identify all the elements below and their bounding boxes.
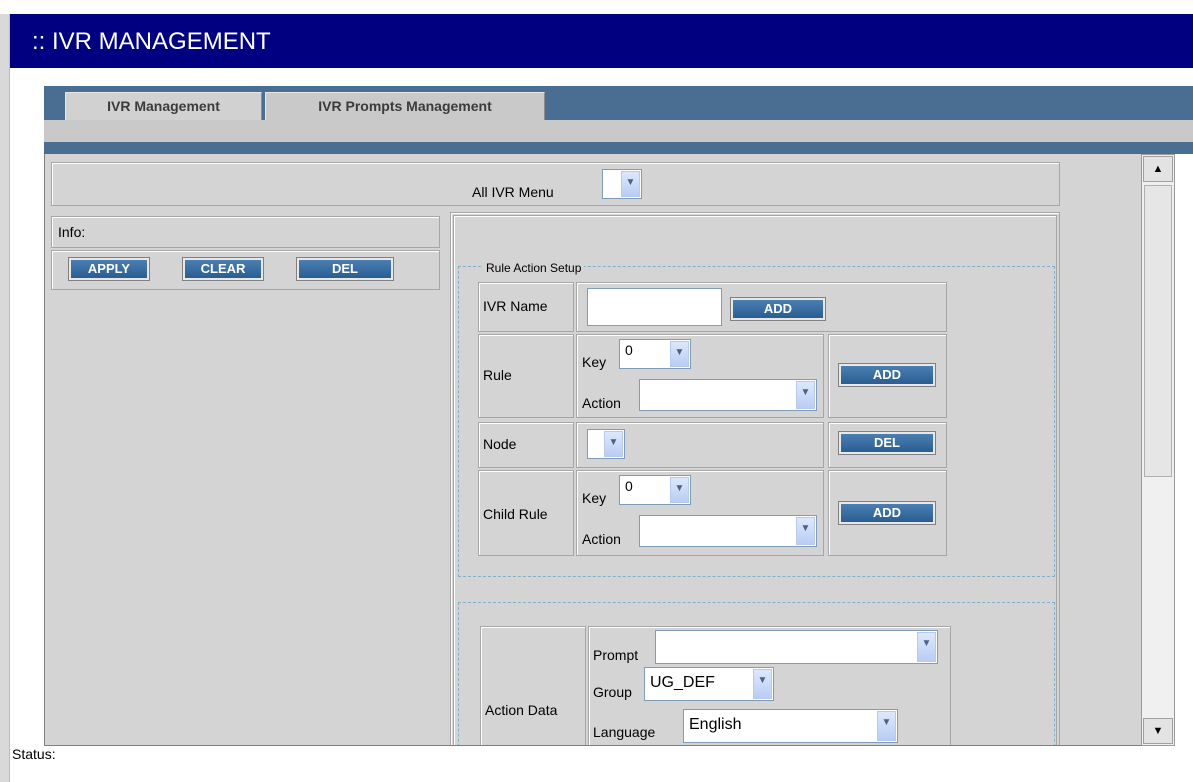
node-del-button[interactable]: DEL	[838, 431, 936, 455]
rule-add-button[interactable]: ADD	[838, 363, 936, 387]
chevron-down-icon: ▼	[604, 431, 623, 457]
child-rule-label: Child Rule	[483, 506, 548, 522]
action-data-field-cell: Prompt ▼ Group UG_DEF ▼ Language English…	[588, 626, 951, 745]
child-rule-key-label: Key	[582, 490, 607, 506]
action-data-label-cell: Action Data	[480, 626, 586, 745]
vertical-scrollbar[interactable]: ▲ ▼	[1141, 154, 1175, 746]
child-rule-button-cell: ADD	[828, 470, 947, 556]
child-rule-action-label: Action	[582, 531, 621, 547]
chevron-down-icon: ▼	[917, 632, 936, 662]
child-rule-field-cell: Key 0 ▼ Action ▼	[576, 470, 824, 556]
title-bar: :: IVR MANAGEMENT	[10, 14, 1193, 68]
info-label: Info:	[58, 224, 86, 240]
child-rule-label-cell: Child Rule	[478, 470, 574, 556]
group-label: Group	[593, 684, 632, 700]
panel-header-bar	[44, 142, 1193, 154]
page-title: :: IVR MANAGEMENT	[32, 28, 271, 55]
clear-button[interactable]: CLEAR	[182, 257, 264, 281]
left-frame-border	[0, 14, 10, 782]
node-select[interactable]: ▼	[587, 429, 625, 459]
arrow-up-icon[interactable]: ▲	[1143, 156, 1173, 182]
language-select[interactable]: English ▼	[683, 709, 898, 743]
child-rule-action-select[interactable]: ▼	[639, 515, 817, 547]
rule-key-label: Key	[582, 354, 607, 370]
left-buttons-row: APPLY CLEAR DEL	[51, 250, 440, 290]
tab-ivr-management[interactable]: IVR Management	[65, 92, 262, 120]
node-field-cell: ▼	[576, 422, 824, 468]
ivr-name-add-button[interactable]: ADD	[730, 297, 826, 321]
scrollbar-thumb[interactable]	[1144, 185, 1172, 477]
chevron-down-icon: ▼	[753, 669, 772, 699]
ivr-name-input[interactable]	[587, 288, 722, 326]
chevron-down-icon: ▼	[796, 381, 815, 409]
chevron-down-icon: ▼	[621, 171, 640, 197]
ivr-name-label-cell: IVR Name	[478, 282, 574, 332]
chevron-down-icon: ▼	[670, 477, 689, 503]
node-label: Node	[483, 436, 517, 452]
rule-button-cell: ADD	[828, 334, 947, 418]
group-select[interactable]: UG_DEF ▼	[644, 667, 774, 701]
all-ivr-menu-select[interactable]: ▼	[602, 169, 642, 199]
action-data-label: Action Data	[485, 702, 558, 718]
child-rule-key-select[interactable]: 0 ▼	[619, 475, 691, 505]
prompt-label: Prompt	[593, 647, 639, 663]
ivr-name-label: IVR Name	[483, 298, 548, 314]
status-label: Status:	[12, 746, 56, 762]
main-panel: All IVR Menu ▼ Info: APPLY CLEAR DEL Rul…	[44, 154, 1142, 746]
language-label: Language	[593, 724, 656, 740]
apply-button[interactable]: APPLY	[68, 257, 150, 281]
rule-action-label: Action	[582, 395, 621, 411]
node-button-cell: DEL	[828, 422, 947, 468]
rule-key-select[interactable]: 0 ▼	[619, 339, 691, 369]
rule-action-setup-legend: Rule Action Setup	[483, 261, 585, 275]
rule-label: Rule	[483, 367, 512, 383]
ivr-menu-row: All IVR Menu ▼	[51, 162, 1060, 206]
node-label-cell: Node	[478, 422, 574, 468]
all-ivr-menu-label: All IVR Menu	[472, 184, 554, 200]
del-button[interactable]: DEL	[296, 257, 394, 281]
tab-ivr-prompts-management[interactable]: IVR Prompts Management	[265, 92, 545, 120]
rule-field-cell: Key 0 ▼ Action ▼	[576, 334, 824, 418]
arrow-down-icon[interactable]: ▼	[1143, 718, 1173, 744]
ivr-name-field-cell: ADD	[576, 282, 947, 332]
info-row: Info:	[51, 216, 440, 248]
rule-label-cell: Rule	[478, 334, 574, 418]
chevron-down-icon: ▼	[796, 517, 815, 545]
chevron-down-icon: ▼	[670, 341, 689, 367]
rule-action-select[interactable]: ▼	[639, 379, 817, 411]
prompt-select[interactable]: ▼	[655, 630, 938, 664]
chevron-down-icon: ▼	[877, 711, 896, 741]
tab-subband	[44, 120, 1193, 142]
child-rule-add-button[interactable]: ADD	[838, 501, 936, 525]
